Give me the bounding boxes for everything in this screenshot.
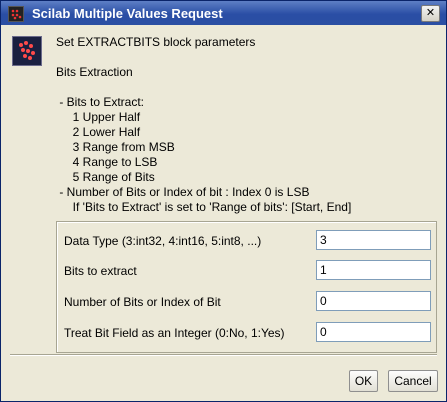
bits-to-extract-input[interactable] [316, 260, 431, 280]
field-label: Bits to extract [64, 264, 137, 278]
dialog-window: Scilab Multiple Values Request ✕ Set EXT… [0, 0, 447, 402]
field-number-of-bits: Number of Bits or Index of Bit [64, 291, 431, 313]
description-line: 3 Range from MSB [56, 140, 175, 154]
description-line: If 'Bits to Extract' is set to 'Range of… [56, 200, 352, 214]
description-line: - Bits to Extract: [56, 95, 145, 109]
block-icon [12, 36, 42, 66]
description-line: - Number of Bits or Index of bit : Index… [56, 185, 310, 199]
field-label: Number of Bits or Index of Bit [64, 295, 221, 309]
description-line: 4 Range to LSB [56, 155, 158, 169]
field-data-type: Data Type (3:int32, 4:int16, 5:int8, ...… [64, 230, 431, 252]
number-of-bits-input[interactable] [316, 291, 431, 311]
field-label: Treat Bit Field as an Integer (0:No, 1:Y… [64, 326, 285, 340]
description-line: Bits Extraction [56, 65, 133, 79]
cancel-button[interactable]: Cancel [388, 370, 438, 392]
field-bits-to-extract: Bits to extract [64, 260, 431, 282]
close-icon: ✕ [425, 6, 436, 19]
field-treat-as-integer: Treat Bit Field as an Integer (0:No, 1:Y… [64, 322, 431, 344]
description-line: 2 Lower Half [56, 125, 141, 139]
button-separator [10, 354, 437, 356]
treat-as-integer-input[interactable] [316, 322, 431, 342]
close-button[interactable]: ✕ [421, 5, 440, 22]
field-label: Data Type (3:int32, 4:int16, 5:int8, ...… [64, 234, 262, 248]
block-description: Bits Extraction - Bits to Extract: 1 Upp… [56, 65, 436, 215]
data-type-input[interactable] [316, 230, 431, 250]
description-line: 1 Upper Half [56, 110, 141, 124]
title-bar[interactable]: Scilab Multiple Values Request ✕ [1, 1, 446, 25]
dialog-header: Set EXTRACTBITS block parameters [56, 35, 256, 49]
description-line: 5 Range of Bits [56, 170, 155, 184]
scilab-app-icon [8, 6, 24, 22]
parameters-panel: Data Type (3:int32, 4:int16, 5:int8, ...… [56, 221, 437, 353]
ok-button[interactable]: OK [349, 370, 378, 392]
window-title: Scilab Multiple Values Request [32, 6, 223, 21]
description-line [56, 80, 436, 95]
